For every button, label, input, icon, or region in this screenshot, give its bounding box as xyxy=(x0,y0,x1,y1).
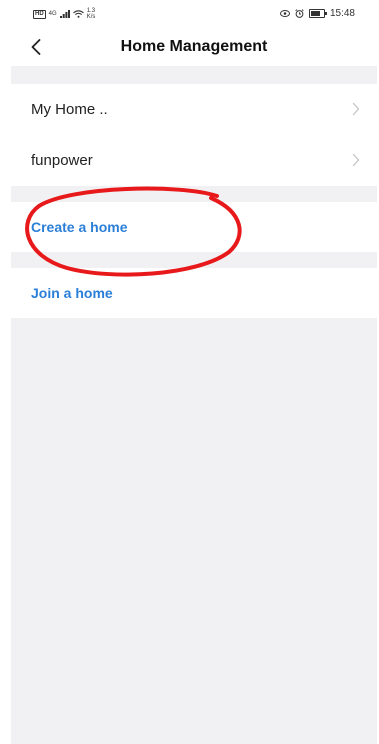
page-title: Home Management xyxy=(120,38,268,55)
home-item-label: My Home .. xyxy=(31,101,108,118)
network-speed: 1.3 K/s xyxy=(87,8,96,20)
home-list: My Home .. funpower xyxy=(11,84,377,186)
network-type: 4G xyxy=(48,11,57,17)
join-home-button[interactable]: Join a home xyxy=(11,268,377,318)
hd-badge: HD xyxy=(33,9,46,19)
wifi-icon xyxy=(72,10,84,18)
status-left: HD 4G 1.3 K/s xyxy=(33,8,95,20)
nav-header: Home Management xyxy=(11,28,377,66)
status-bar: HD 4G 1.3 K/s 15:48 xyxy=(11,0,377,28)
create-home-group: Create a home xyxy=(11,202,377,252)
chevron-right-icon xyxy=(352,102,360,116)
speed-unit: K/s xyxy=(86,14,96,20)
battery-icon xyxy=(308,9,327,18)
join-home-group: Join a home xyxy=(11,268,377,318)
eye-icon xyxy=(279,10,290,17)
battery-fill xyxy=(310,11,320,16)
create-home-button[interactable]: Create a home xyxy=(11,202,377,252)
chevron-right-icon xyxy=(352,153,360,167)
join-home-label: Join a home xyxy=(31,285,113,301)
app-screen: HD 4G 1.3 K/s 15:48 Home Management My H… xyxy=(11,0,377,744)
alarm-icon xyxy=(295,9,304,18)
home-item-label: funpower xyxy=(31,152,93,169)
signal-icon xyxy=(59,10,70,18)
create-home-label: Create a home xyxy=(31,219,128,235)
home-item-my-home[interactable]: My Home .. xyxy=(11,84,377,135)
status-right: 15:48 xyxy=(279,8,355,19)
status-time: 15:48 xyxy=(329,8,355,19)
home-item-funpower[interactable]: funpower xyxy=(11,135,377,186)
